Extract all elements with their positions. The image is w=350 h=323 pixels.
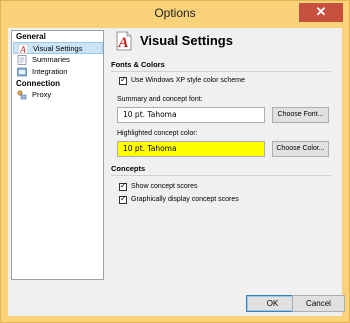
summary-font-label: Summary and concept font: (117, 96, 203, 103)
xp-style-checkbox[interactable]: Use Windows XP style color scheme (119, 75, 245, 86)
sidebar-item-summaries[interactable]: Summaries (13, 54, 103, 66)
title-bar[interactable]: Options ✕ (1, 1, 349, 28)
sidebar-item-label: Proxy (32, 90, 52, 99)
xp-style-label: Use Windows XP style color scheme (131, 77, 245, 84)
show-scores-checkbox[interactable]: Show concept scores (119, 181, 198, 192)
graphic-scores-label: Graphically display concept scores (131, 196, 239, 203)
svg-text:A: A (117, 35, 128, 51)
visual-settings-icon: A (116, 31, 132, 51)
show-scores-label: Show concept scores (131, 183, 198, 190)
section-divider (111, 71, 331, 72)
visual-settings-panel: A Visual Settings Fonts & Colors Use Win… (108, 30, 339, 280)
close-button[interactable]: ✕ (299, 3, 343, 22)
sidebar-item-proxy[interactable]: Proxy (13, 89, 103, 101)
proxy-icon (17, 90, 27, 100)
sidebar-item-label: Integration (32, 67, 68, 76)
page-title: Visual Settings (140, 33, 233, 48)
sidebar-item-visual-settings[interactable]: A Visual Settings (13, 42, 103, 54)
checkbox-checked-icon (119, 75, 127, 85)
highlight-color-field[interactable]: 10 pt. Tahoma (117, 141, 265, 157)
integration-icon (17, 67, 27, 77)
sidebar-group-connection: Connection (16, 79, 60, 88)
sidebar-item-integration[interactable]: Integration (13, 66, 103, 78)
window-title: Options (154, 6, 196, 20)
choose-color-button[interactable]: Choose Color... (272, 141, 329, 157)
sidebar-item-label: Visual Settings (33, 44, 83, 53)
visual-settings-icon: A (18, 44, 28, 54)
checkbox-checked-icon (119, 194, 127, 204)
cancel-button[interactable]: Cancel (292, 295, 345, 312)
graphic-scores-checkbox[interactable]: Graphically display concept scores (119, 194, 239, 205)
summary-font-field[interactable]: 10 pt. Tahoma (117, 107, 265, 123)
section-title-concepts: Concepts (111, 164, 146, 173)
checkbox-checked-icon (119, 181, 127, 191)
summaries-icon (17, 55, 27, 65)
sidebar-item-label: Summaries (32, 55, 70, 64)
svg-text:A: A (19, 45, 26, 55)
section-divider (111, 175, 331, 176)
dialog-client: General A Visual Settings Summaries Inte… (8, 28, 345, 316)
section-title-fonts-colors: Fonts & Colors (111, 60, 165, 69)
sidebar-group-general: General (16, 32, 46, 41)
options-window: Options ✕ General A Visual Settings Summ… (0, 0, 350, 323)
choose-font-button[interactable]: Choose Font... (272, 107, 329, 123)
options-sidebar: General A Visual Settings Summaries Inte… (11, 30, 104, 280)
highlight-color-label: Highlighted concept color: (117, 130, 198, 137)
